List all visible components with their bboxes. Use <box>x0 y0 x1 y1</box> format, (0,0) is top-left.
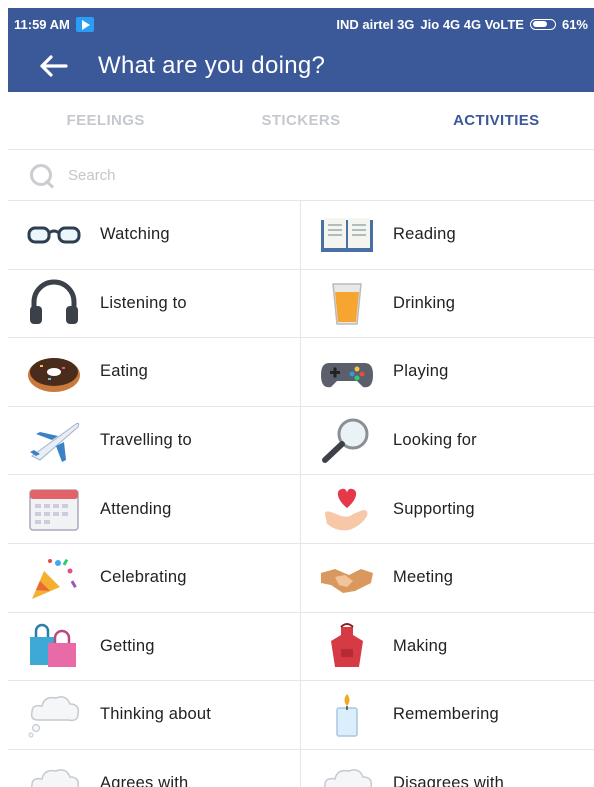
activity-attending[interactable]: Attending <box>8 475 301 543</box>
book-icon <box>301 201 393 269</box>
search-bar <box>8 151 594 201</box>
activity-label: Looking for <box>393 431 477 450</box>
activity-label: Travelling to <box>100 431 192 450</box>
activity-playing[interactable]: Playing <box>301 338 594 406</box>
headphones-icon <box>8 269 100 337</box>
activity-thinking[interactable]: Thinking about <box>8 681 301 749</box>
app-bar: What are you doing? <box>8 40 594 92</box>
activity-label: Meeting <box>393 568 454 587</box>
activity-label: Listening to <box>100 293 187 312</box>
activity-label: Drinking <box>393 293 456 312</box>
activity-label: Reading <box>393 225 456 244</box>
heart-hand-icon <box>301 475 393 543</box>
cloud-icon <box>301 750 393 787</box>
activity-agrees[interactable]: Agrees with <box>8 749 301 787</box>
activity-eating[interactable]: Eating <box>8 338 301 406</box>
thought-cloud-icon <box>8 681 100 749</box>
activity-disagrees[interactable]: Disagrees with <box>301 750 594 787</box>
magnifier-icon <box>301 407 393 475</box>
network2-label: Jio 4G 4G VoLTE <box>420 16 524 32</box>
activity-label: Thinking about <box>100 705 212 724</box>
activity-label: Watching <box>100 225 170 244</box>
tab-activities[interactable]: ACTIVITIES <box>399 112 594 129</box>
search-input[interactable] <box>68 167 468 184</box>
activities-grid: Watching Reading Listening to Drinking E… <box>8 201 594 787</box>
activity-label: Getting <box>100 636 155 655</box>
activity-label: Agrees with <box>100 774 189 787</box>
tab-stickers[interactable]: STICKERS <box>203 112 398 129</box>
donut-icon <box>8 338 100 406</box>
shopping-bags-icon <box>8 612 100 680</box>
back-arrow-icon[interactable] <box>8 40 98 92</box>
activity-remembering[interactable]: Remembering <box>301 681 594 749</box>
activity-label: Eating <box>100 362 148 381</box>
cloud-icon <box>8 750 100 787</box>
activity-label: Celebrating <box>100 568 187 587</box>
search-icon <box>28 162 56 190</box>
glasses-icon <box>8 201 100 269</box>
tab-bar: FEELINGS STICKERS ACTIVITIES <box>8 92 594 150</box>
activity-supporting[interactable]: Supporting <box>301 475 594 543</box>
gamepad-icon <box>301 338 393 406</box>
activity-label: Making <box>393 636 448 655</box>
handshake-icon <box>301 544 393 612</box>
tab-feelings[interactable]: FEELINGS <box>8 112 203 129</box>
activity-celebrating[interactable]: Celebrating <box>8 543 301 612</box>
candle-icon <box>301 681 393 749</box>
activity-label: Remembering <box>393 705 499 724</box>
activity-label: Attending <box>100 499 172 518</box>
activity-meeting[interactable]: Meeting <box>301 544 594 612</box>
airplane-icon <box>8 407 100 475</box>
calendar-icon <box>8 475 100 543</box>
status-bar: 11:59 AM IND airtel 3G Jio 4G 4G VoLTE 6… <box>8 8 594 40</box>
activity-label: Supporting <box>393 499 475 518</box>
apron-icon <box>301 612 393 680</box>
activity-making[interactable]: Making <box>301 613 594 681</box>
activity-label: Playing <box>393 362 449 381</box>
glass-icon <box>301 269 393 337</box>
play-store-icon <box>75 16 94 32</box>
party-popper-icon <box>8 544 100 612</box>
activity-watching[interactable]: Watching <box>8 201 301 269</box>
activity-looking-for[interactable]: Looking for <box>301 407 594 475</box>
activity-travelling[interactable]: Travelling to <box>8 406 301 475</box>
activity-drinking[interactable]: Drinking <box>301 270 594 338</box>
battery-percent: 61% <box>561 16 588 32</box>
activity-getting[interactable]: Getting <box>8 612 301 681</box>
status-time: 11:59 AM <box>14 16 70 32</box>
battery-icon <box>529 18 556 30</box>
activity-label: Disagrees with <box>393 774 505 787</box>
activity-reading[interactable]: Reading <box>301 201 594 269</box>
page-title: What are you doing? <box>98 52 326 79</box>
activity-listening[interactable]: Listening to <box>8 269 301 338</box>
network-label: IND airtel 3G <box>336 16 415 32</box>
